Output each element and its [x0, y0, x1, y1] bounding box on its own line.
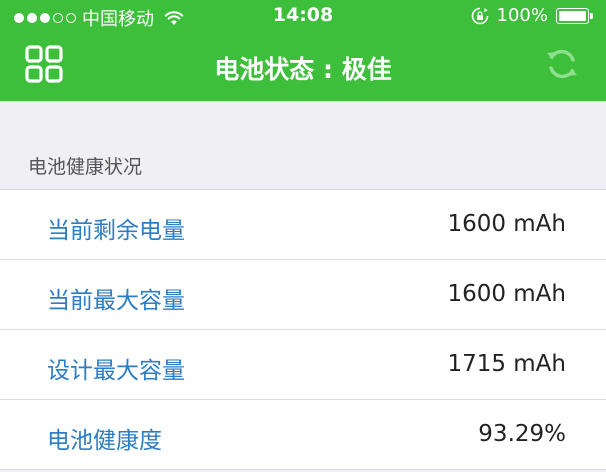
row-value: 1600 mAh	[447, 281, 566, 307]
row-label: 电池健康度	[47, 428, 162, 454]
refresh-icon[interactable]	[544, 46, 580, 82]
rotation-lock-icon	[471, 7, 488, 24]
list-item-current-max-capacity[interactable]: 当前最大容量 1600 mAh	[0, 260, 606, 330]
row-value: 1715 mAh	[447, 351, 566, 377]
row-label: 当前剩余电量	[47, 218, 185, 244]
battery-fill	[559, 10, 586, 21]
row-label: 当前最大容量	[47, 288, 185, 314]
battery-percent: 100%	[496, 5, 548, 26]
section-title: 电池健康状况	[28, 156, 143, 178]
header: 中国移动 14:08 100% 电池状态: 极佳	[0, 0, 606, 101]
battery-icon	[556, 7, 594, 24]
battery-status-screen: 中国移动 14:08 100% 电池状态: 极佳 电池健康状况 当前剩余电量 …	[0, 0, 606, 472]
nav-bar: 电池状态 : 极佳	[0, 32, 606, 101]
status-bar: 中国移动 14:08 100%	[0, 0, 606, 32]
list-item-battery-health[interactable]: 电池健康度 93.29%	[0, 400, 606, 470]
row-value: 1600 mAh	[447, 211, 566, 237]
page-title: 电池状态 : 极佳	[214, 55, 392, 84]
status-right: 100%	[471, 5, 594, 26]
list-item-current-charge[interactable]: 当前剩余电量 1600 mAh	[0, 190, 606, 260]
list-item-design-max-capacity[interactable]: 设计最大容量 1715 mAh	[0, 330, 606, 400]
battery-info-list: 当前剩余电量 1600 mAh 当前最大容量 1600 mAh 设计最大容量 1…	[0, 189, 606, 470]
row-value: 93.29%	[478, 421, 566, 447]
row-label: 设计最大容量	[47, 358, 185, 384]
